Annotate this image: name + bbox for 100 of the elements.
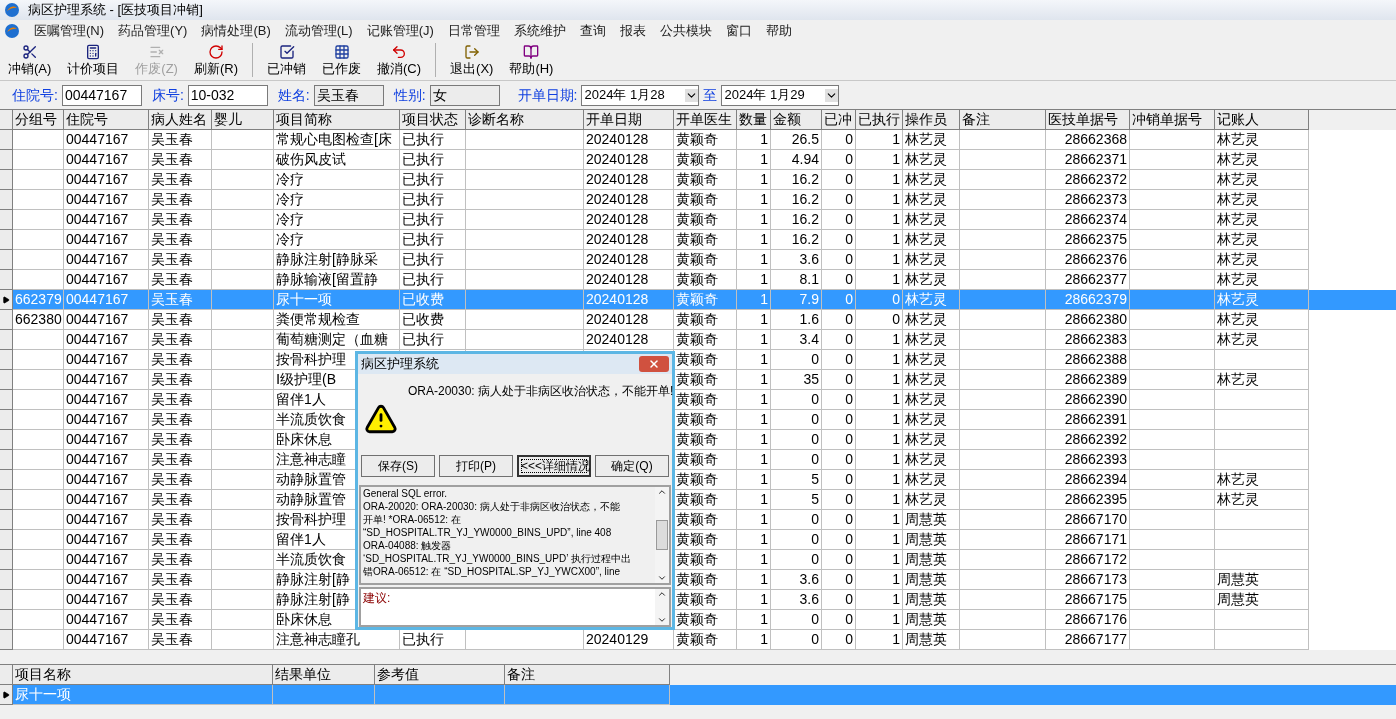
menu-item[interactable]: 医嘱管理(N) [34, 20, 105, 41]
date-picker[interactable]: 2024年 1月28 [581, 84, 700, 106]
table-row[interactable]: 00447167 吴玉春 静脉输液[留置静 已执行 20240128 黄颖奇 1 8.1 0 1 林艺灵 28662377 林艺灵 [0, 270, 1396, 290]
column-header[interactable]: 病人姓名 [149, 110, 212, 130]
scroll-up-icon[interactable] [657, 589, 667, 599]
input-field[interactable]: 吴玉春 [313, 84, 384, 106]
table-row[interactable]: 00447167 吴玉春 冷疗 已执行 20240128 黄颖奇 1 16.2 0 1 林艺灵 28662375 林艺灵 [0, 230, 1396, 250]
table-row[interactable]: 00447167 吴玉春 破伤风皮试 已执行 20240128 黄颖奇 1 4.94 0 1 林艺灵 28662371 林艺灵 [0, 150, 1396, 170]
menu-item[interactable]: 日常管理 [447, 20, 500, 41]
table-cell: 黄颖奇 [674, 630, 737, 650]
table-row[interactable]: 00447167 吴玉春 冷疗 已执行 20240128 黄颖奇 1 16.2 0 1 林艺灵 28662373 林艺灵 [0, 190, 1396, 210]
scrollbar[interactable] [655, 487, 669, 583]
list-icon [148, 44, 165, 60]
calculator-icon [85, 44, 102, 60]
scrollbar[interactable] [655, 589, 669, 625]
column-header[interactable]: 结果单位 [273, 665, 375, 685]
checkbox-icon [278, 44, 295, 60]
dialog-button[interactable]: 保存(S) [361, 455, 435, 477]
window-title: 病区护理系统 - [医技项目冲销] [28, 1, 203, 20]
book-icon [523, 44, 540, 60]
toolbar-button[interactable]: 刷新(R) [187, 44, 244, 78]
menu-item[interactable]: 流动管理(L) [284, 20, 353, 41]
toolbar-button[interactable]: 退出(X) [444, 44, 500, 78]
splitter-bar[interactable] [0, 651, 1396, 665]
table-row[interactable]: 00447167 吴玉春 葡萄糖测定（血糖 已执行 20240128 黄颖奇 1 3.4 0 1 林艺灵 28662383 林艺灵 [0, 330, 1396, 350]
input-field[interactable]: 10-032 [187, 84, 268, 106]
input-field[interactable]: 女 [429, 84, 500, 106]
column-header[interactable]: 项目简称 [274, 110, 400, 130]
column-header[interactable]: 已执行 [856, 110, 903, 130]
row-header[interactable] [0, 290, 13, 310]
field-label: 姓名: [277, 85, 310, 105]
column-header[interactable]: 诊断名称 [466, 110, 584, 130]
advice-text-area[interactable]: 建议: [359, 587, 671, 627]
field-label: 住院号: [12, 85, 58, 105]
column-header[interactable]: 开单医生 [674, 110, 737, 130]
table-row[interactable]: 00447167 吴玉春 注意神志瞳孔 已执行 20240129 黄颖奇 1 0 0 1 周慧英 28667177 [0, 630, 1396, 650]
column-header[interactable]: 备注 [960, 110, 1046, 130]
table-row[interactable]: 00447167 吴玉春 冷疗 已执行 20240128 黄颖奇 1 16.2 0 1 林艺灵 28662374 林艺灵 [0, 210, 1396, 230]
dialog-button[interactable]: 打印(P) [439, 455, 513, 477]
dropdown-icon [825, 88, 839, 102]
table-cell: 0 [822, 630, 856, 650]
column-header[interactable]: 参考值 [375, 665, 505, 685]
dropdown-icon [685, 88, 699, 102]
scrollbar-thumb[interactable] [656, 520, 668, 550]
close-button[interactable] [639, 356, 669, 372]
column-header[interactable]: 记账人 [1215, 110, 1309, 130]
menu-item[interactable]: 查询 [579, 20, 606, 41]
menu-item[interactable]: 病情处理(B) [201, 20, 271, 41]
table-cell: 00447167 [64, 630, 149, 650]
row-pointer-icon [2, 690, 10, 699]
toolbar-button[interactable]: 已冲销 [261, 44, 312, 78]
details-text-area[interactable] [359, 485, 671, 585]
app-logo-icon [4, 22, 20, 39]
menu-item[interactable]: 窗口 [725, 20, 752, 41]
refresh-icon [207, 44, 224, 60]
date-picker[interactable]: 2024年 1月29 [721, 84, 840, 106]
toolbar-button[interactable]: 撤消(C) [371, 44, 428, 78]
table-cell: 28667177 [1046, 630, 1130, 650]
field-label: 开单日期: [517, 85, 578, 105]
menu-item[interactable]: 帮助 [765, 20, 792, 41]
corner-header [0, 665, 13, 685]
row-header[interactable] [0, 685, 13, 705]
column-header[interactable]: 数量 [737, 110, 771, 130]
toolbar-button[interactable]: 帮助(H) [503, 44, 560, 78]
table-cell: 尿十一项 [13, 685, 273, 705]
column-header[interactable]: 分组号 [13, 110, 64, 130]
menu-item[interactable]: 系统维护 [513, 20, 566, 41]
input-field[interactable]: 00447167 [61, 84, 142, 106]
column-header[interactable]: 住院号 [64, 110, 149, 130]
undo-icon [391, 44, 407, 60]
table-cell: 周慧英 [903, 630, 960, 650]
close-icon [648, 358, 660, 370]
column-header[interactable]: 项目状态 [400, 110, 466, 130]
scroll-down-icon[interactable] [657, 573, 667, 583]
menu-item[interactable]: 记账管理(J) [366, 20, 434, 41]
column-header[interactable]: 已冲 [822, 110, 856, 130]
column-header[interactable]: 医技单据号 [1046, 110, 1130, 130]
menu-item[interactable]: 报表 [619, 20, 646, 41]
column-header[interactable]: 金额 [771, 110, 822, 130]
dialog-button[interactable]: 确定(Q) [595, 455, 669, 477]
column-header[interactable]: 婴儿 [212, 110, 274, 130]
column-header[interactable]: 项目名称 [13, 665, 273, 685]
column-header[interactable]: 开单日期 [584, 110, 674, 130]
column-header[interactable]: 操作员 [903, 110, 960, 130]
scroll-down-icon[interactable] [657, 615, 667, 625]
column-header[interactable]: 备注 [505, 665, 670, 685]
row-pointer-icon [2, 295, 10, 304]
column-header[interactable]: 冲销单据号 [1130, 110, 1215, 130]
table-cell: 0 [771, 630, 822, 650]
scroll-up-icon[interactable] [657, 487, 667, 497]
menu-item[interactable]: 药品管理(Y) [118, 20, 188, 41]
toolbar-button[interactable]: 已作废 [316, 44, 367, 78]
toolbar-button[interactable]: 计价项目 [61, 44, 126, 78]
toolbar-button[interactable]: 冲销(A) [2, 44, 58, 78]
table-row[interactable]: 00447167 吴玉春 静脉注射[静脉采 已执行 20240128 黄颖奇 1 3.6 0 1 林艺灵 28662376 林艺灵 [0, 250, 1396, 270]
table-cell: 吴玉春 [149, 630, 212, 650]
menu-item[interactable]: 公共模块 [659, 20, 712, 41]
table-row[interactable]: 00447167 吴玉春 常规心电图检查[床 已执行 20240128 黄颖奇 1 26.5 0 1 林艺灵 28662368 林艺灵 [0, 130, 1396, 150]
table-row[interactable]: 00447167 吴玉春 冷疗 已执行 20240128 黄颖奇 1 16.2 0 1 林艺灵 28662372 林艺灵 [0, 170, 1396, 190]
table-row[interactable]: 662380 00447167 吴玉春 粪便常规检查 已收费 20240128 黄颖奇 1 1.6 0 0 林艺灵 28662380 林艺灵 [0, 310, 1396, 330]
